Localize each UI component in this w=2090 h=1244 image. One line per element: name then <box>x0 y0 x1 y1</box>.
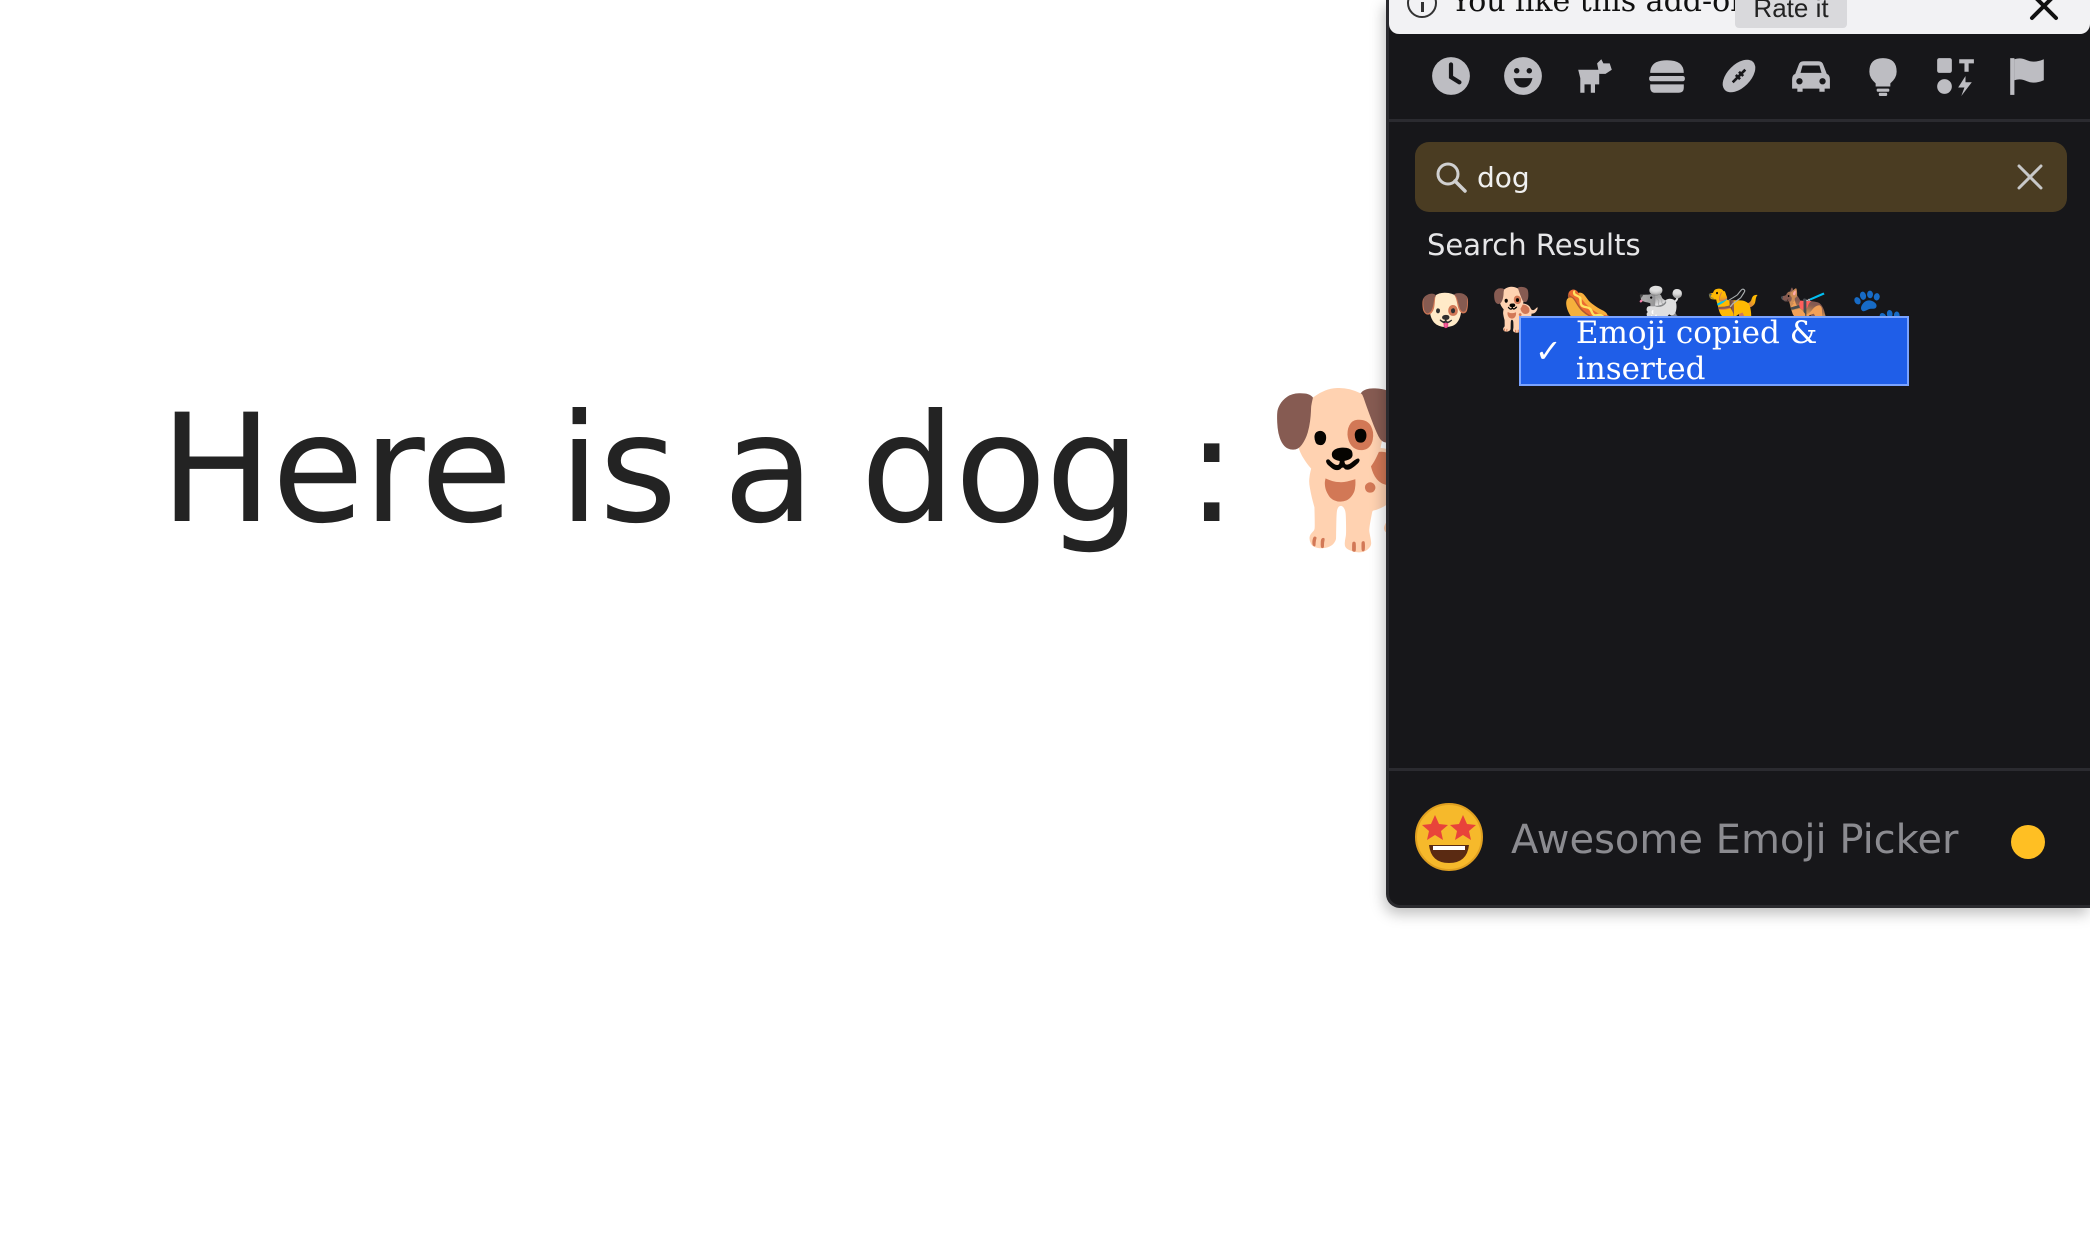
category-flags[interactable] <box>2003 52 2051 100</box>
copied-toast: ✓ Emoji copied & inserted <box>1519 315 1909 387</box>
football-icon <box>1722 59 1756 93</box>
document-sentence: Here is a dog : <box>160 383 1237 557</box>
page: Here is a dog : 🐕 You like this add-on? … <box>0 0 2090 1244</box>
skin-tone-selector[interactable] <box>2011 825 2045 859</box>
checkmark-icon: ✓ <box>1535 332 1562 370</box>
search-results-heading: Search Results <box>1427 228 1641 262</box>
emoji-picker-popup: You like this add-on? Rate it dog Search… <box>1386 0 2090 908</box>
category-animals[interactable] <box>1571 52 1619 100</box>
close-icon[interactable] <box>2026 0 2062 22</box>
rating-notice-bar: You like this add-on? Rate it <box>1389 0 2090 34</box>
category-food[interactable] <box>1643 52 1691 100</box>
picker-footer: Awesome Emoji Picker <box>1389 768 2090 905</box>
burger-icon <box>1649 60 1685 93</box>
emoji-result[interactable]: 🐶 <box>1419 282 1471 338</box>
dog-icon <box>1578 59 1612 93</box>
search-input[interactable] <box>1477 150 1997 204</box>
clock-icon <box>1432 57 1470 95</box>
app-name: Awesome Emoji Picker <box>1511 817 1959 863</box>
category-smileys[interactable] <box>1499 52 1547 100</box>
symbols-icon <box>1937 58 1974 96</box>
category-objects[interactable] <box>1859 52 1907 100</box>
toast-text: Emoji copied & inserted <box>1575 315 1818 387</box>
star-struck-logo-icon <box>1415 803 1483 871</box>
search-box <box>1415 142 2067 212</box>
document-text: Here is a dog : 🐕 <box>160 383 1453 557</box>
notice-text: You like this add-on? <box>1451 0 1766 19</box>
smiley-icon <box>1504 57 1542 95</box>
car-icon <box>1792 61 1830 92</box>
flag-icon <box>2010 58 2044 95</box>
clear-search-icon[interactable] <box>2013 160 2047 194</box>
lightbulb-icon <box>1869 58 1897 96</box>
category-activities[interactable] <box>1715 52 1763 100</box>
search-icon <box>1436 162 1467 193</box>
category-travel[interactable] <box>1787 52 1835 100</box>
category-bar <box>1389 34 2090 122</box>
category-symbols[interactable] <box>1931 52 1979 100</box>
category-recent[interactable] <box>1427 52 1475 100</box>
rate-it-button[interactable]: Rate it <box>1735 0 1847 28</box>
info-icon <box>1407 0 1437 18</box>
